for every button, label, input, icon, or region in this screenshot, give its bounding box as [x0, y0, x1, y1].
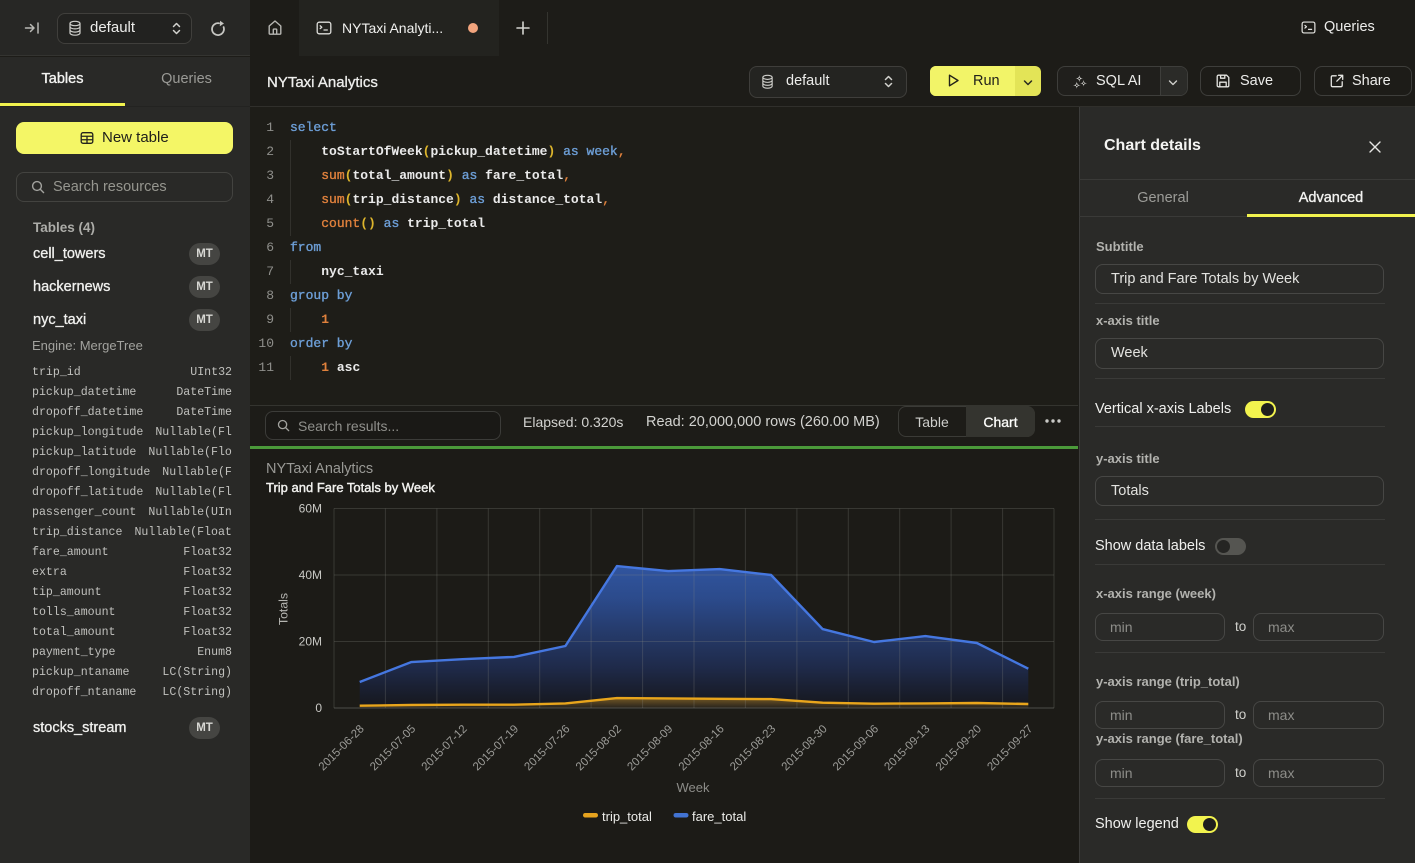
- svg-text:Week: Week: [677, 780, 710, 795]
- svg-text:2015-06-28: 2015-06-28: [317, 723, 367, 773]
- svg-text:2015-09-20: 2015-09-20: [934, 723, 984, 773]
- svg-text:Totals: Totals: [277, 593, 291, 625]
- svg-text:0: 0: [315, 701, 322, 715]
- svg-text:2015-07-05: 2015-07-05: [368, 723, 418, 773]
- svg-text:fare_total: fare_total: [692, 809, 746, 824]
- svg-text:2015-08-23: 2015-08-23: [728, 723, 778, 773]
- svg-text:2015-07-19: 2015-07-19: [471, 723, 521, 773]
- svg-text:20M: 20M: [299, 635, 322, 649]
- svg-text:2015-09-13: 2015-09-13: [882, 723, 932, 773]
- svg-text:60M: 60M: [299, 502, 322, 516]
- svg-text:2015-08-30: 2015-08-30: [780, 723, 830, 773]
- svg-text:2015-07-26: 2015-07-26: [522, 723, 572, 773]
- svg-text:2015-09-27: 2015-09-27: [985, 723, 1035, 773]
- svg-text:2015-09-06: 2015-09-06: [831, 723, 881, 773]
- svg-text:trip_total: trip_total: [602, 809, 652, 824]
- svg-text:2015-07-12: 2015-07-12: [420, 723, 470, 773]
- svg-text:Trip and Fare Totals by Week: Trip and Fare Totals by Week: [266, 480, 435, 495]
- svg-text:2015-08-09: 2015-08-09: [625, 723, 675, 773]
- svg-text:2015-08-16: 2015-08-16: [677, 723, 727, 773]
- svg-text:40M: 40M: [299, 568, 322, 582]
- svg-text:NYTaxi Analytics: NYTaxi Analytics: [266, 461, 373, 477]
- svg-text:2015-08-02: 2015-08-02: [574, 723, 624, 773]
